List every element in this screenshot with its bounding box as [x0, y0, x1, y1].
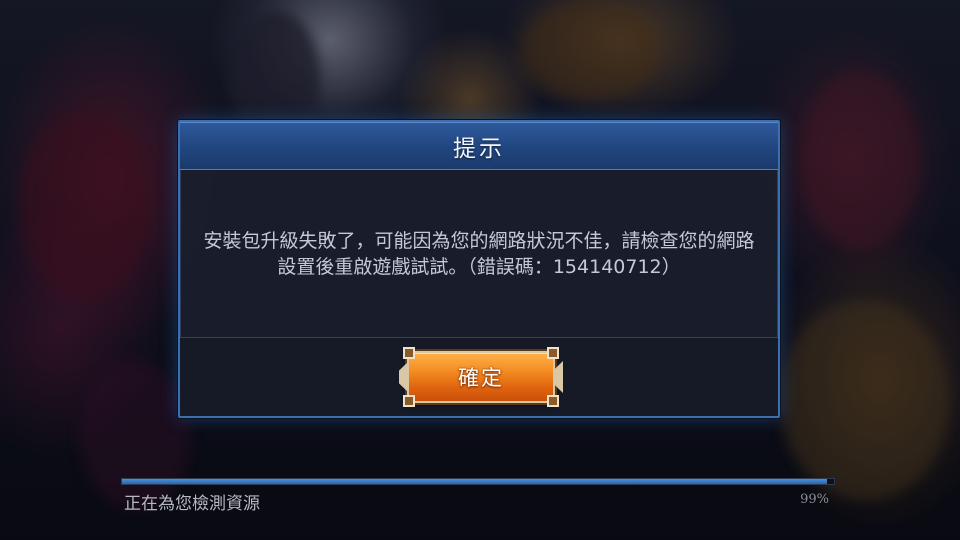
game-background: 提示 安裝包升級失敗了，可能因為您的網路狀況不佳，請檢查您的網路設置後重啟遊戲試…	[0, 0, 960, 540]
alert-dialog: 提示 安裝包升級失敗了，可能因為您的網路狀況不佳，請檢查您的網路設置後重啟遊戲試…	[178, 120, 780, 418]
button-corner-ornament	[547, 347, 559, 359]
confirm-button-label: 確定	[458, 366, 504, 390]
confirm-button[interactable]: 確定	[403, 347, 559, 407]
loading-progress-bar	[121, 478, 835, 485]
loading-percent: 99%	[800, 492, 829, 507]
button-corner-ornament	[547, 395, 559, 407]
dialog-message: 安裝包升級失敗了，可能因為您的網路狀況不佳，請檢查您的網路設置後重啟遊戲試試。（…	[203, 230, 755, 278]
loading-status-text: 正在為您檢測資源	[124, 494, 260, 514]
dialog-header: 提示	[180, 122, 778, 170]
loading-progress-fill	[122, 479, 827, 484]
dialog-title: 提示	[453, 135, 505, 162]
dialog-footer: 確定	[180, 338, 778, 416]
dialog-body: 安裝包升級失敗了，可能因為您的網路狀況不佳，請檢查您的網路設置後重啟遊戲試試。（…	[180, 169, 778, 337]
button-corner-ornament	[403, 347, 415, 359]
button-corner-ornament	[403, 395, 415, 407]
